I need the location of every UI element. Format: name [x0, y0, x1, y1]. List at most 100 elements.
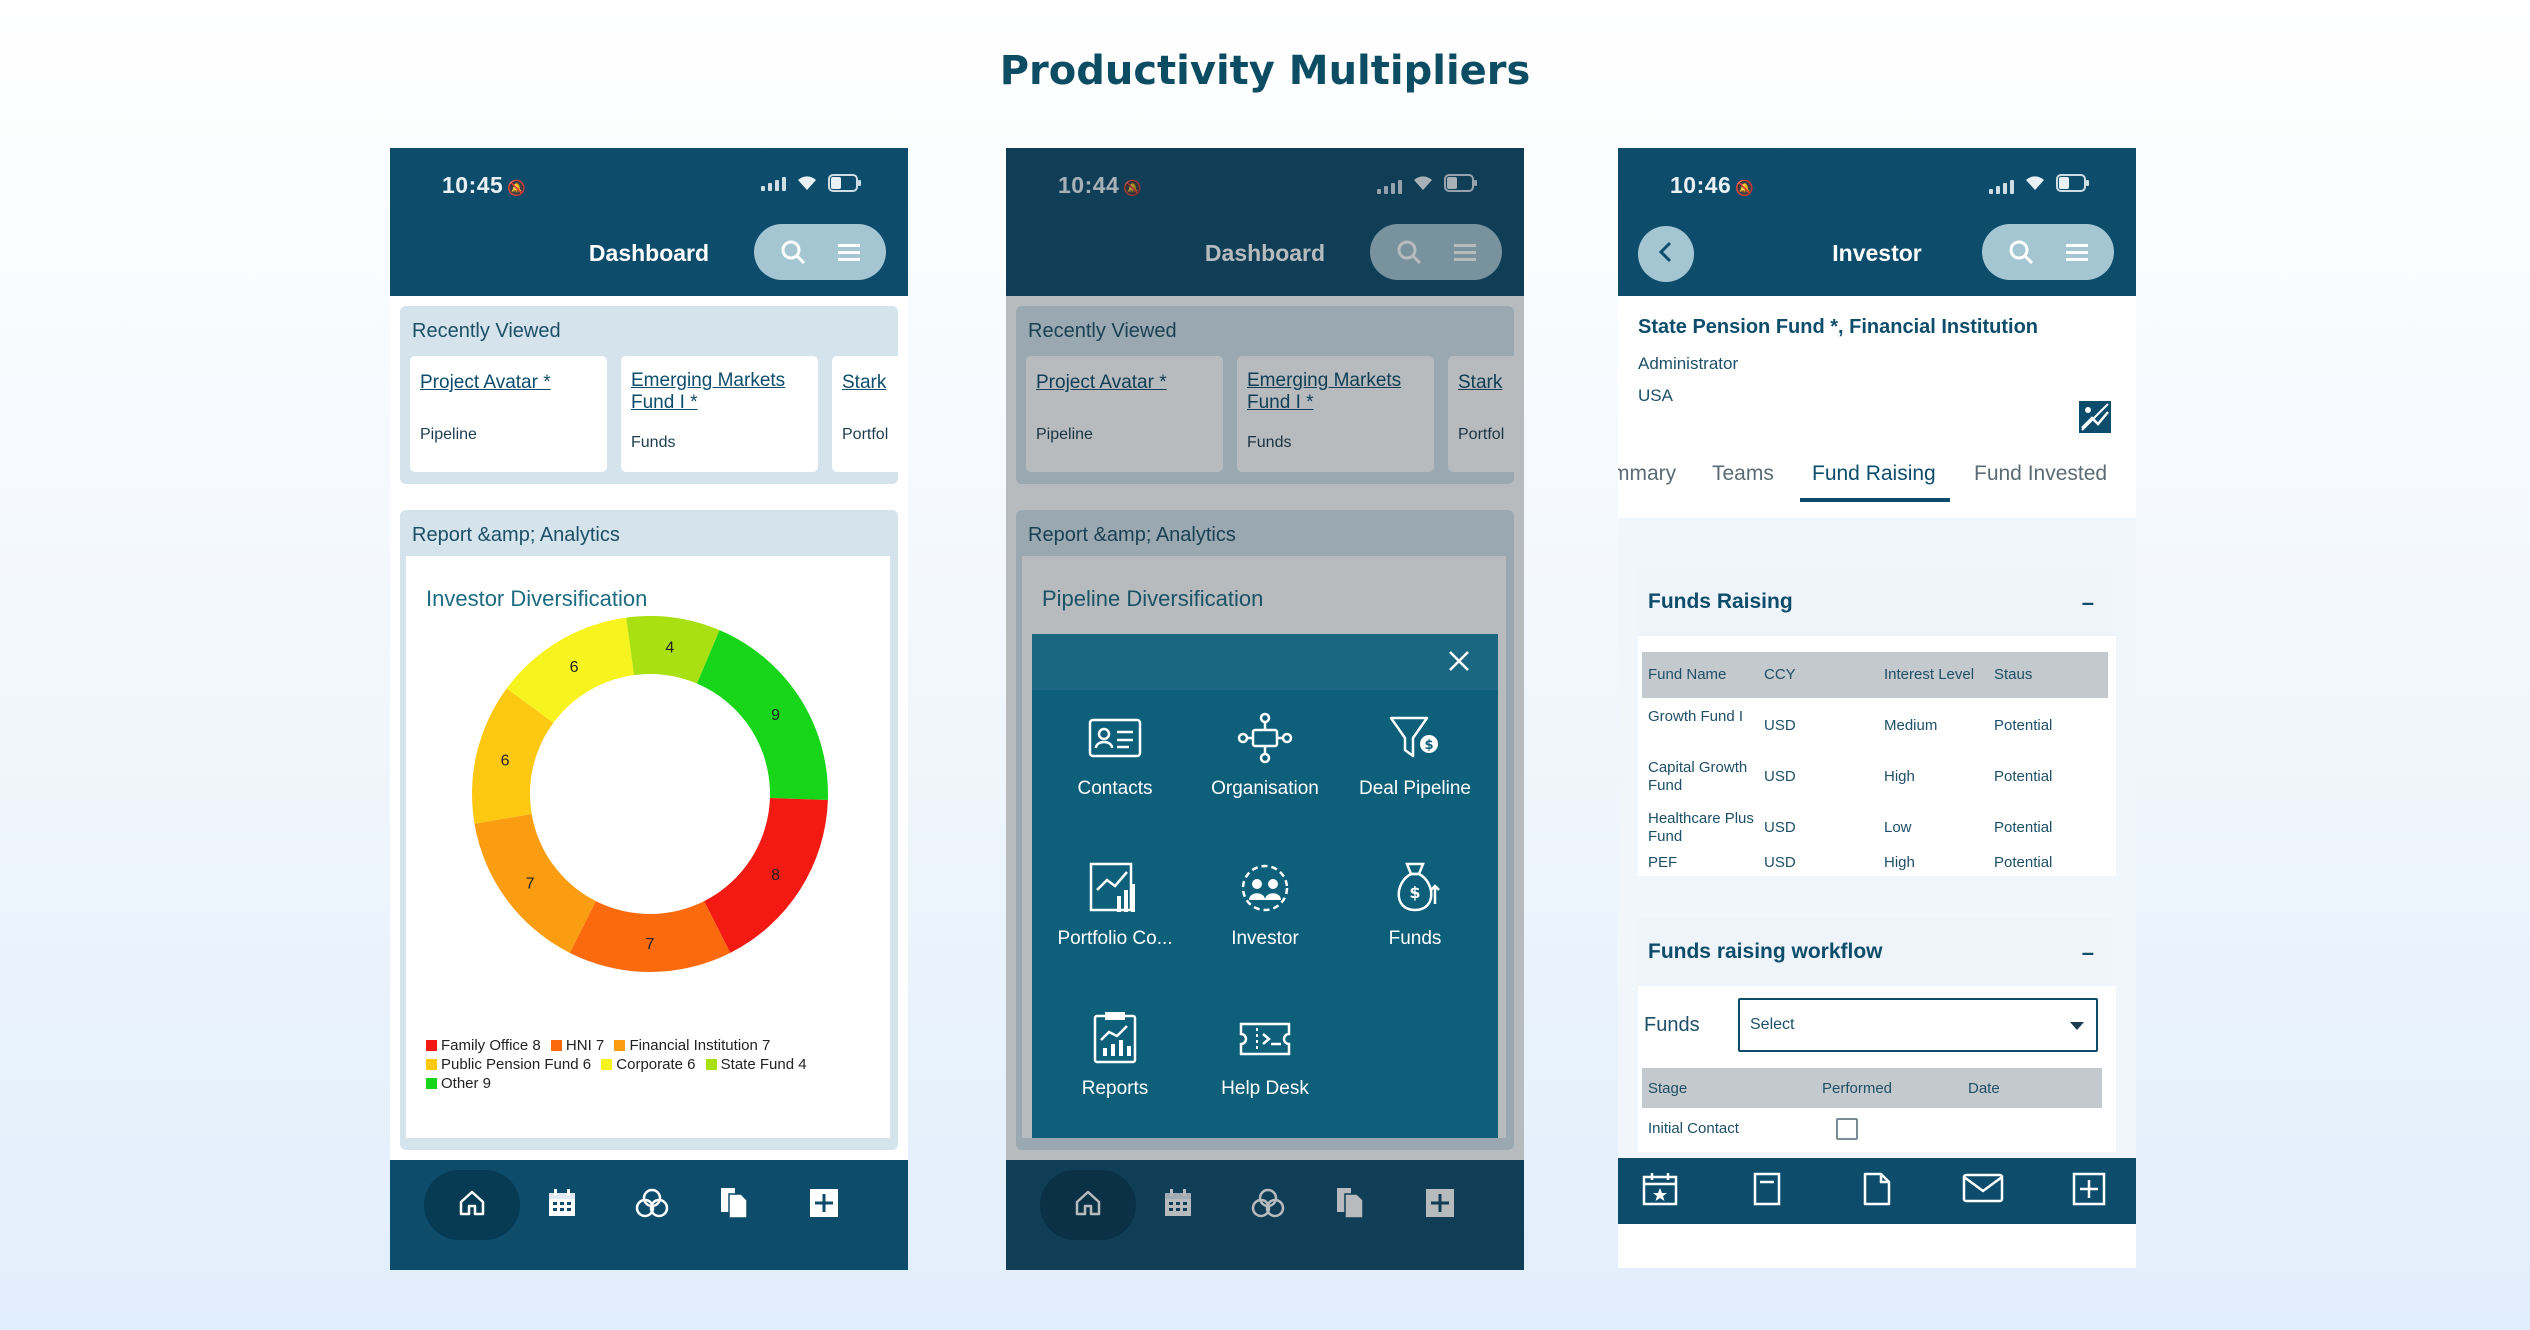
tab-bar: mmary Teams Fund Raising Fund Invested	[1618, 448, 2136, 518]
table-row[interactable]: PEF USD High Potential	[1642, 854, 2108, 876]
table-row[interactable]: Healthcare Plus Fund USD Low Potential	[1642, 810, 2108, 854]
funds-raising-header[interactable]: Funds Raising –	[1638, 568, 2116, 636]
report-clipboard-icon	[1040, 1010, 1190, 1066]
page-title: Productivity Multipliers	[999, 48, 1531, 94]
column-header: Date	[1968, 1080, 2000, 1097]
menu-tile-organisation[interactable]: Organisation	[1190, 710, 1340, 820]
tab-summary[interactable]: mmary	[1618, 462, 1676, 486]
menu-tile-label: Portfolio Co...	[1057, 928, 1173, 949]
interest-level-cell: High	[1884, 768, 1915, 785]
funds-table-header: Fund Name CCY Interest Level Staus	[1642, 652, 2108, 698]
nav-add[interactable]	[776, 1170, 872, 1240]
investor-role: Administrator	[1638, 354, 1739, 373]
menu-tile-reports[interactable]: Reports	[1040, 1010, 1190, 1120]
menu-tile-deal-pipeline[interactable]: $ Deal Pipeline	[1340, 710, 1490, 820]
legend-item: State Fund 4	[705, 1056, 807, 1073]
column-header: Staus	[1994, 666, 2033, 683]
image-placeholder-icon[interactable]	[2078, 400, 2112, 439]
column-header: CCY	[1764, 666, 1796, 683]
nav-calendar[interactable]	[514, 1170, 610, 1240]
funds-select[interactable]: Select	[1738, 998, 2098, 1052]
collapse-icon[interactable]: –	[2082, 940, 2094, 966]
recently-viewed-title: Recently Viewed	[412, 320, 561, 342]
battery-icon	[828, 174, 862, 192]
close-icon[interactable]	[1446, 648, 1472, 679]
collapse-icon[interactable]: –	[2082, 590, 2094, 616]
signal-icon	[761, 175, 786, 191]
add-square-icon[interactable]	[2072, 1172, 2106, 1211]
legend-item: Corporate 6	[601, 1056, 696, 1073]
documents-icon	[718, 1186, 750, 1225]
slice-value-label: 6	[501, 752, 510, 769]
menu-tile-label: Funds	[1388, 928, 1442, 949]
hamburger-menu-icon[interactable]	[2066, 243, 2088, 261]
status-time: 10:46 🔕	[1670, 172, 1755, 198]
bottom-navigation	[1618, 1158, 2136, 1224]
recent-card[interactable]: Stark Portfol	[832, 356, 908, 472]
add-square-icon	[808, 1187, 840, 1224]
recent-card[interactable]: Emerging Markets Fund I * Funds	[621, 356, 818, 472]
slice-value-label: 7	[526, 875, 535, 892]
search-icon[interactable]	[2008, 239, 2034, 265]
menu-tile-investor[interactable]: Investor	[1190, 860, 1340, 970]
ccy-cell: USD	[1764, 717, 1796, 734]
nav-documents[interactable]	[686, 1170, 782, 1240]
hamburger-menu-icon[interactable]	[838, 243, 860, 261]
svg-text:$: $	[1409, 883, 1420, 902]
fund-name-cell: Capital Growth Fund	[1648, 759, 1748, 794]
menu-tile-portfolio[interactable]: Portfolio Co...	[1040, 860, 1190, 970]
recent-card-link[interactable]: Project Avatar *	[420, 372, 599, 394]
column-header: Interest Level	[1884, 666, 1975, 683]
donut-slice[interactable]	[696, 630, 828, 800]
slice-value-label: 9	[771, 707, 780, 724]
donut-slice[interactable]	[474, 813, 596, 953]
chart-title: Investor Diversification	[426, 586, 648, 611]
menu-tile-contacts[interactable]: Contacts	[1040, 710, 1190, 820]
table-row[interactable]: Capital Growth Fund USD High Potential	[1642, 759, 2108, 803]
legend-item: Public Pension Fund 6	[426, 1056, 591, 1073]
nav-home[interactable]	[424, 1170, 520, 1240]
notebook-icon[interactable]	[1752, 1172, 1782, 1211]
interest-level-cell: High	[1884, 854, 1915, 871]
tab-fund-invested[interactable]: Fund Invested	[1974, 462, 2107, 486]
legend-item: Family Office 8	[426, 1037, 541, 1054]
donut-slice[interactable]	[704, 798, 828, 953]
status-cell: Potential	[1994, 768, 2053, 785]
recent-card-link[interactable]: Stark	[842, 372, 904, 394]
report-analytics-title: Report &amp; Analytics	[412, 524, 620, 546]
donut-chart: 9 8 7 7 6 6 4	[472, 616, 828, 972]
contact-card-icon	[1040, 710, 1190, 766]
interest-level-cell: Low	[1884, 819, 1912, 836]
calendar-icon	[546, 1187, 578, 1224]
table-row[interactable]: Growth Fund I USD Medium Potential	[1642, 708, 2108, 752]
funds-raising-title: Funds Raising	[1648, 590, 1793, 613]
top-app-bar: 10:45 🔕 Dashboard	[390, 148, 908, 296]
recently-viewed-section: Recently Viewed Project Avatar * Pipelin…	[400, 306, 908, 484]
recent-card[interactable]: Project Avatar * Pipeline	[410, 356, 607, 472]
tab-fund-raising[interactable]: Fund Raising	[1812, 462, 1936, 486]
menu-tile-label: Deal Pipeline	[1359, 778, 1471, 799]
organisation-network-icon	[1190, 710, 1340, 766]
column-header: Fund Name	[1648, 666, 1727, 683]
search-icon[interactable]	[780, 239, 806, 265]
mail-icon[interactable]	[1962, 1172, 2004, 1209]
performed-checkbox[interactable]	[1836, 1118, 1858, 1140]
search-menu-pill	[754, 224, 886, 280]
status-cell: Potential	[1994, 717, 2053, 734]
tab-teams[interactable]: Teams	[1712, 462, 1774, 486]
recent-card-type: Portfol	[842, 426, 889, 443]
document-icon[interactable]	[1862, 1172, 1892, 1211]
menu-tile-label: Organisation	[1211, 778, 1319, 799]
menu-tile-funds[interactable]: $ Funds	[1340, 860, 1490, 970]
calendar-star-icon[interactable]	[1642, 1172, 1678, 1211]
chart-panel: Investor Diversification 9 8 7 7 6 6 4 Family …	[404, 554, 892, 1140]
status-cell: Potential	[1994, 854, 2053, 871]
status-time: 10:45 🔕	[442, 172, 527, 198]
top-app-bar: 10:46 🔕 Investor	[1618, 148, 2136, 296]
recent-card-type: Pipeline	[420, 426, 477, 443]
svg-text:$: $	[1424, 738, 1433, 753]
workflow-header[interactable]: Funds raising workflow –	[1638, 918, 2116, 986]
help-desk-ticket-icon	[1190, 1010, 1340, 1066]
menu-tile-help-desk[interactable]: Help Desk	[1190, 1010, 1340, 1120]
recent-card-link[interactable]: Emerging Markets Fund I *	[631, 370, 810, 414]
